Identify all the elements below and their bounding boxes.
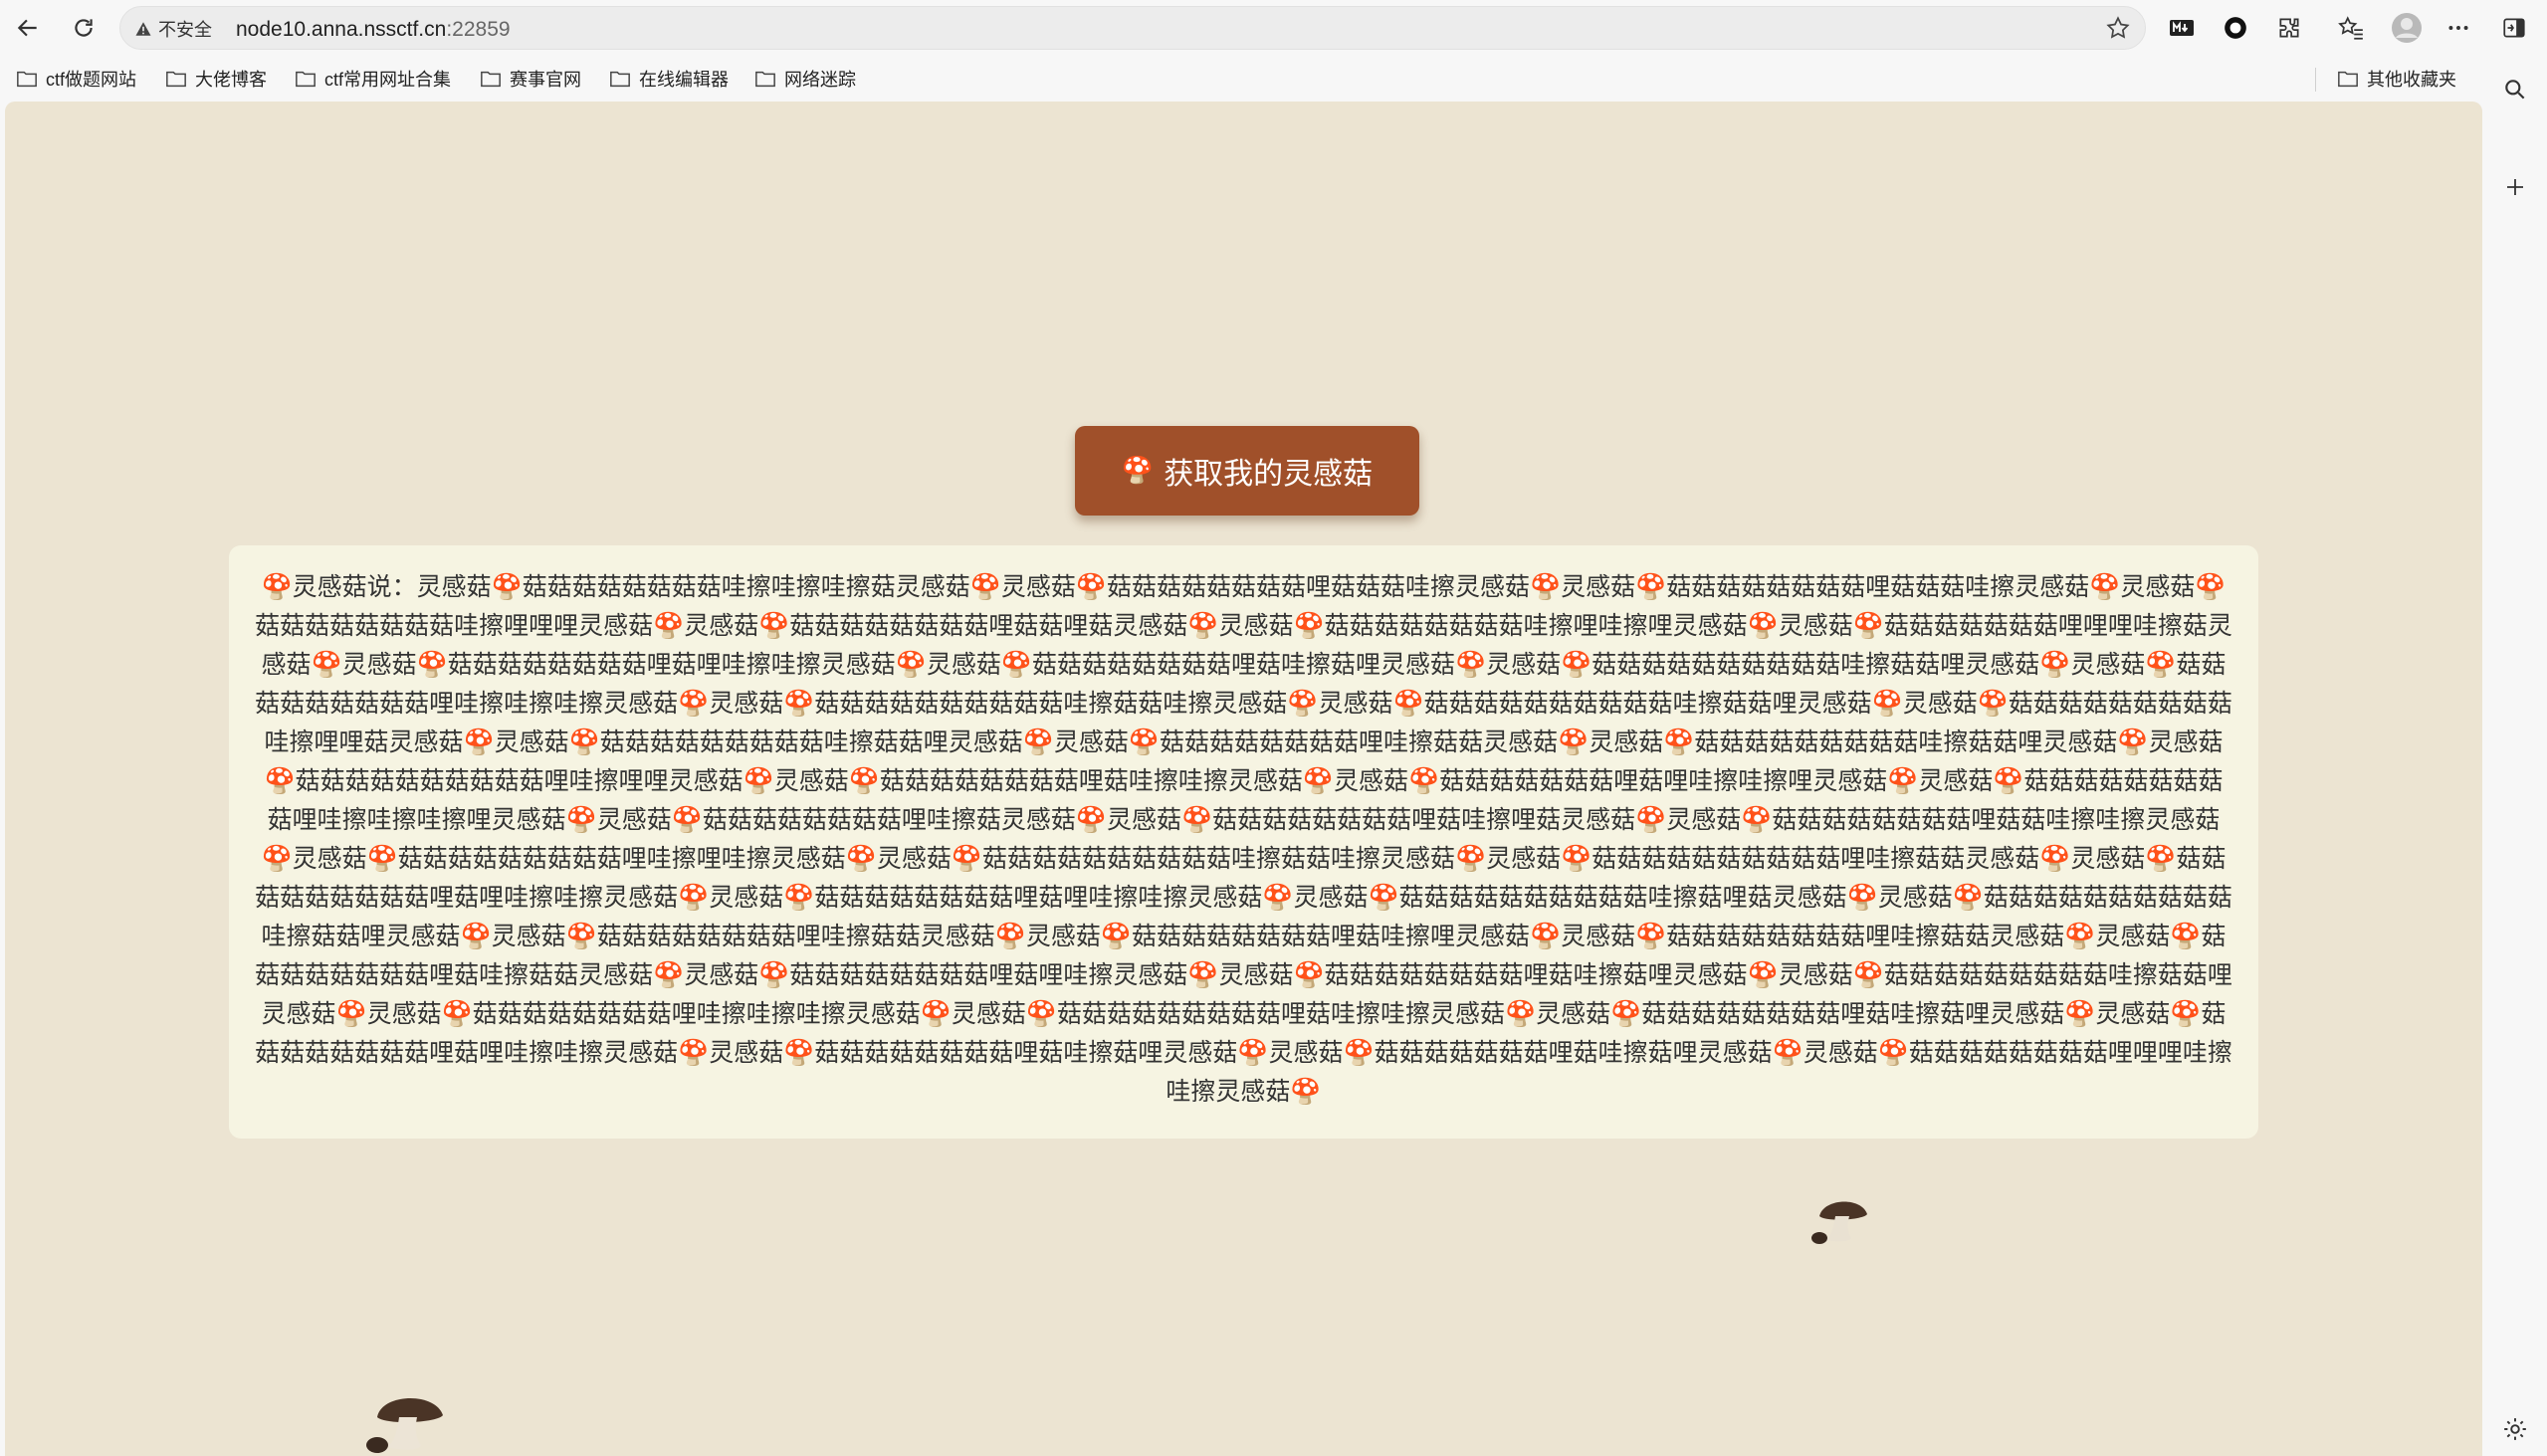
- mushroom-message-box: 🍄灵感菇说：灵感菇🍄菇菇菇菇菇菇菇菇哇擦哇擦哇擦菇灵感菇🍄灵感菇🍄菇菇菇菇菇菇菇…: [229, 545, 2258, 1139]
- edge-sidebar: [2484, 56, 2547, 1456]
- other-bookmarks-label: 其他收藏夹: [2367, 70, 2456, 90]
- sidebar-add-button[interactable]: [2495, 167, 2535, 207]
- folder-icon: [610, 71, 630, 88]
- mushroom-icon: 🍄: [1121, 456, 1155, 486]
- address-bar[interactable]: 不安全 node10.anna.nssctf.cn:22859: [119, 6, 2146, 50]
- reload-button[interactable]: [64, 8, 104, 48]
- back-icon: [17, 19, 37, 37]
- warning-icon: [135, 22, 151, 36]
- sidebar-settings-button[interactable]: [2495, 1409, 2535, 1449]
- markdown-icon: [2170, 20, 2194, 36]
- back-button[interactable]: [8, 8, 48, 48]
- page-content: 🍄 获取我的灵感菇 🍄灵感菇说：灵感菇🍄菇菇菇菇菇菇菇菇哇擦哇擦哇擦菇灵感菇🍄灵…: [5, 102, 2482, 1456]
- folder-icon: [166, 71, 186, 88]
- markdown-extension-button[interactable]: [2162, 8, 2202, 48]
- more-icon: [2448, 26, 2468, 30]
- bookmark-label: ctf常用网址合集: [324, 70, 452, 90]
- security-label: 不安全: [158, 20, 212, 40]
- star-icon: [2106, 16, 2130, 39]
- more-menu-button[interactable]: [2439, 8, 2478, 48]
- bookmark-star-button[interactable]: [2105, 15, 2131, 45]
- url-port: :22859: [446, 18, 511, 41]
- folder-icon: [2338, 71, 2358, 88]
- folder-icon: [481, 71, 501, 88]
- folder-icon: [17, 71, 37, 88]
- bookmark-label: 赛事官网: [510, 70, 581, 90]
- profile-icon: [2392, 13, 2422, 43]
- profile-button[interactable]: [2387, 8, 2427, 48]
- decorative-mushroom-icon: [366, 1397, 443, 1453]
- bookmarks-bar: ctf做题网站 大佬博客 ctf常用网址合集 赛事官网 在线编辑器 网络迷踪 其…: [0, 58, 2488, 98]
- bookmarks-divider: [2315, 68, 2316, 92]
- bookmark-label: 在线编辑器: [639, 70, 729, 90]
- security-indicator[interactable]: 不安全: [134, 16, 212, 42]
- decorative-mushroom-icon: [1811, 1201, 1867, 1244]
- record-extension-button[interactable]: [2216, 8, 2255, 48]
- get-inspiration-mushroom-button[interactable]: 🍄 获取我的灵感菇: [1075, 426, 1419, 516]
- settings-icon: [2504, 1418, 2526, 1440]
- favorites-button[interactable]: [2331, 8, 2371, 48]
- search-icon: [2505, 80, 2525, 100]
- extension-icon: [2279, 18, 2299, 38]
- browser-toolbar: 不安全 node10.anna.nssctf.cn:22859: [0, 0, 2547, 56]
- bookmark-folder-4[interactable]: 在线编辑器: [609, 66, 729, 92]
- button-label: 获取我的灵感菇: [1164, 457, 1374, 492]
- bookmark-folder-3[interactable]: 赛事官网: [480, 66, 581, 92]
- folder-icon: [755, 71, 775, 88]
- record-icon: [2225, 17, 2246, 39]
- favorites-icon: [2338, 16, 2363, 40]
- folder-icon: [296, 71, 316, 88]
- url-host: node10.anna.nssctf.cn: [236, 18, 447, 41]
- other-bookmarks-folder[interactable]: 其他收藏夹: [2337, 66, 2456, 92]
- bookmark-label: 网络迷踪: [784, 70, 856, 90]
- bookmark-folder-0[interactable]: ctf做题网站: [16, 66, 136, 92]
- bookmark-folder-2[interactable]: ctf常用网址合集: [295, 66, 451, 92]
- bookmark-label: ctf做题网站: [46, 70, 137, 90]
- mushroom-message-text: 🍄灵感菇说：灵感菇🍄菇菇菇菇菇菇菇菇哇擦哇擦哇擦菇灵感菇🍄灵感菇🍄菇菇菇菇菇菇菇…: [255, 572, 2232, 1106]
- plus-icon: [2507, 179, 2523, 195]
- sidebar-search-button[interactable]: [2495, 70, 2535, 109]
- url-text[interactable]: node10.anna.nssctf.cn:22859: [236, 18, 511, 42]
- reload-icon: [75, 19, 93, 37]
- sidebar-toggle-button[interactable]: [2494, 8, 2534, 48]
- bookmark-label: 大佬博客: [195, 70, 267, 90]
- extensions-button[interactable]: [2269, 8, 2309, 48]
- bookmark-folder-5[interactable]: 网络迷踪: [754, 66, 856, 92]
- bookmark-folder-1[interactable]: 大佬博客: [165, 66, 267, 92]
- sidebar-icon: [2503, 18, 2525, 38]
